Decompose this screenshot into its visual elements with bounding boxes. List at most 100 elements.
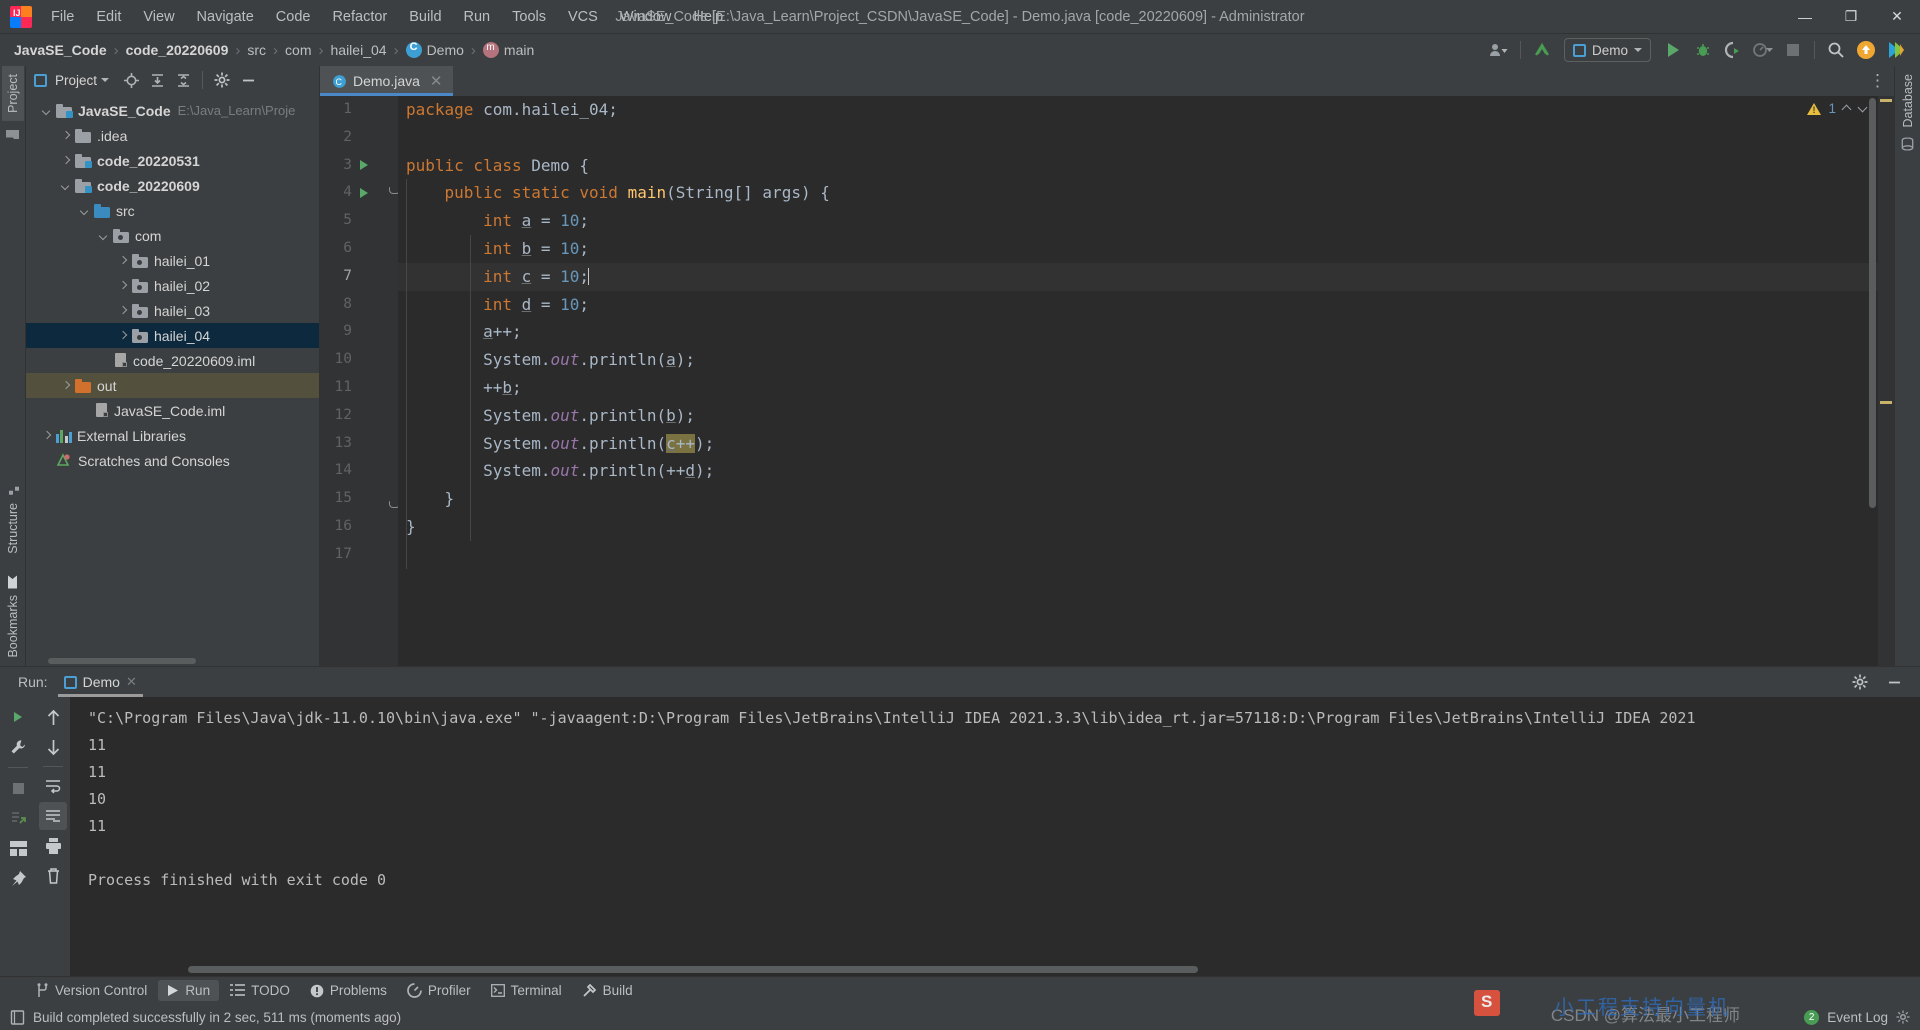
close-icon[interactable]: ✕ (430, 72, 443, 90)
soft-wrap-icon[interactable] (39, 772, 67, 800)
console-output[interactable]: "C:\Program Files\Java\jdk-11.0.10\bin\j… (70, 697, 1920, 976)
status-tab-terminal[interactable]: Terminal (482, 980, 571, 1001)
locate-icon[interactable] (119, 69, 143, 91)
tree-item-hailei-04[interactable]: hailei_04 (26, 323, 319, 348)
inspection-widget[interactable]: 1 (1807, 101, 1868, 116)
status-tab-version-control[interactable]: Version Control (26, 980, 156, 1001)
code-line[interactable]: System.out.println(c++); (398, 430, 1878, 458)
close-button[interactable]: ✕ (1874, 0, 1920, 34)
expand-all-icon[interactable] (145, 69, 169, 91)
breadcrumb[interactable]: JavaSE_Code › code_20220609 › src › com › hailei… (10, 40, 538, 60)
project-horizontal-scrollbar[interactable] (26, 656, 319, 666)
breadcrumb-item-main[interactable]: main (479, 40, 538, 60)
event-log-button[interactable]: Event Log (1827, 1010, 1888, 1025)
chevron-right-icon[interactable] (116, 279, 130, 293)
settings-gear-icon[interactable] (1896, 1010, 1910, 1024)
project-tree[interactable]: JavaSE_Code E:\Java_Learn\Proje .idea code_… (26, 94, 319, 656)
rerun-icon[interactable] (4, 703, 32, 731)
rerun-failed-icon[interactable] (4, 804, 32, 832)
code-line[interactable] (398, 541, 1878, 569)
close-icon[interactable]: ✕ (126, 674, 137, 690)
code-line[interactable]: ++b; (398, 374, 1878, 402)
breadcrumb-item-com[interactable]: com (281, 40, 315, 60)
code-editor[interactable]: 1 2 3 4 5 6 7 8 9 10 11 12 13 14 15 16 17 package com.ha… (320, 96, 1894, 666)
left-tool-window-strip[interactable]: Project Structure Bookmarks (0, 66, 26, 666)
settings-gear-icon[interactable] (210, 69, 234, 91)
tree-item-hailei-03[interactable]: hailei_03 (26, 298, 319, 323)
chevron-right-icon[interactable] (116, 329, 130, 343)
console-horizontal-scrollbar[interactable] (188, 966, 1198, 973)
print-icon[interactable] (39, 832, 67, 860)
stop-button[interactable] (1779, 37, 1807, 63)
menu-build[interactable]: Build (398, 4, 452, 30)
code-line[interactable]: int b = 10; (398, 235, 1878, 263)
tree-item-src[interactable]: src (26, 198, 319, 223)
menu-refactor[interactable]: Refactor (321, 4, 398, 30)
code-line[interactable]: System.out.println(++d); (398, 457, 1878, 485)
status-tab-profiler[interactable]: Profiler (398, 980, 480, 1001)
maximize-button[interactable]: ❐ (1828, 0, 1874, 34)
updates-icon[interactable] (1852, 37, 1880, 63)
run-panel-left-toolbar[interactable] (0, 697, 36, 976)
code-text-area[interactable]: package com.hailei_04; public class Demo… (398, 96, 1878, 666)
code-line[interactable] (398, 124, 1878, 152)
code-line[interactable]: int a = 10; (398, 207, 1878, 235)
code-line[interactable]: } (398, 513, 1878, 541)
tree-item-scratches-and-consoles[interactable]: Scratches and Consoles (26, 448, 319, 473)
chevron-down-icon[interactable] (78, 204, 92, 218)
menu-window[interactable]: Window (609, 4, 683, 30)
tree-item-com[interactable]: com (26, 223, 319, 248)
run-button[interactable] (1659, 37, 1687, 63)
scroll-to-end-icon[interactable] (39, 802, 67, 830)
menu-help[interactable]: Help (682, 4, 734, 30)
more-options-icon[interactable]: ⋮ (1869, 72, 1886, 89)
chevron-right-icon[interactable] (59, 154, 73, 168)
error-stripe[interactable] (1878, 96, 1894, 666)
debug-button[interactable] (1689, 37, 1717, 63)
tool-tab-bookmarks[interactable]: Bookmarks (2, 561, 24, 666)
chevron-right-icon[interactable] (116, 304, 130, 318)
tree-item-javase-code-iml[interactable]: JavaSE_Code.iml (26, 398, 319, 423)
editor-tab-options[interactable]: ⋮ (1869, 66, 1894, 96)
status-bar-right[interactable]: 2 Event Log (1804, 1009, 1920, 1025)
chevron-down-icon[interactable] (59, 179, 73, 193)
tree-item-javase-code[interactable]: JavaSE_Code E:\Java_Learn\Proje (26, 98, 319, 123)
window-controls[interactable]: — ❐ ✕ (1782, 0, 1920, 34)
tree-item--idea[interactable]: .idea (26, 123, 319, 148)
run-with-coverage-button[interactable] (1719, 37, 1747, 63)
menu-navigate[interactable]: Navigate (186, 4, 265, 30)
editor-tab-bar[interactable]: C Demo.java ✕ ⋮ (320, 66, 1894, 96)
run-panel-header-actions[interactable] (1846, 668, 1920, 696)
menu-code[interactable]: Code (265, 4, 322, 30)
tree-item-code-20220531[interactable]: code_20220531 (26, 148, 319, 173)
gutter-run-markers[interactable] (360, 96, 380, 569)
right-tool-window-strip[interactable]: Database (1894, 66, 1920, 666)
menu-view[interactable]: View (132, 4, 185, 30)
ide-icon[interactable] (1882, 37, 1910, 63)
hide-panel-icon[interactable] (236, 69, 260, 91)
status-tab-todo[interactable]: TODO (221, 980, 299, 1001)
chevron-down-icon[interactable] (101, 78, 110, 82)
run-tab-demo[interactable]: Demo ✕ (57, 671, 143, 697)
tree-item-external-libraries[interactable]: External Libraries (26, 423, 319, 448)
breadcrumb-item-javase-code[interactable]: JavaSE_Code (10, 40, 111, 60)
tree-item-hailei-01[interactable]: hailei_01 (26, 248, 319, 273)
layout-icon[interactable] (4, 834, 32, 862)
tree-item-code-20220609[interactable]: code_20220609 (26, 173, 319, 198)
main-toolbar[interactable]: Demo (1485, 37, 1920, 63)
run-gutter-icon[interactable] (360, 152, 380, 180)
menu-file[interactable]: File (40, 4, 85, 30)
run-gutter-icon[interactable] (360, 179, 380, 207)
tree-item-code-20220609-iml[interactable]: code_20220609.iml (26, 348, 319, 373)
breadcrumb-item-hailei-04[interactable]: hailei_04 (327, 40, 391, 60)
tool-tab-database[interactable]: Database (1897, 66, 1919, 161)
breadcrumb-item-src[interactable]: src (243, 40, 270, 60)
search-icon[interactable] (1822, 37, 1850, 63)
vcs-update-icon[interactable] (1528, 37, 1556, 63)
chevron-right-icon[interactable] (40, 429, 54, 443)
user-avatar-icon[interactable] (1485, 37, 1513, 63)
code-line[interactable]: System.out.println(a); (398, 346, 1878, 374)
code-line[interactable]: int c = 10; (398, 262, 1878, 291)
scroll-up-icon[interactable] (39, 703, 67, 731)
chevron-right-icon[interactable] (59, 129, 73, 143)
